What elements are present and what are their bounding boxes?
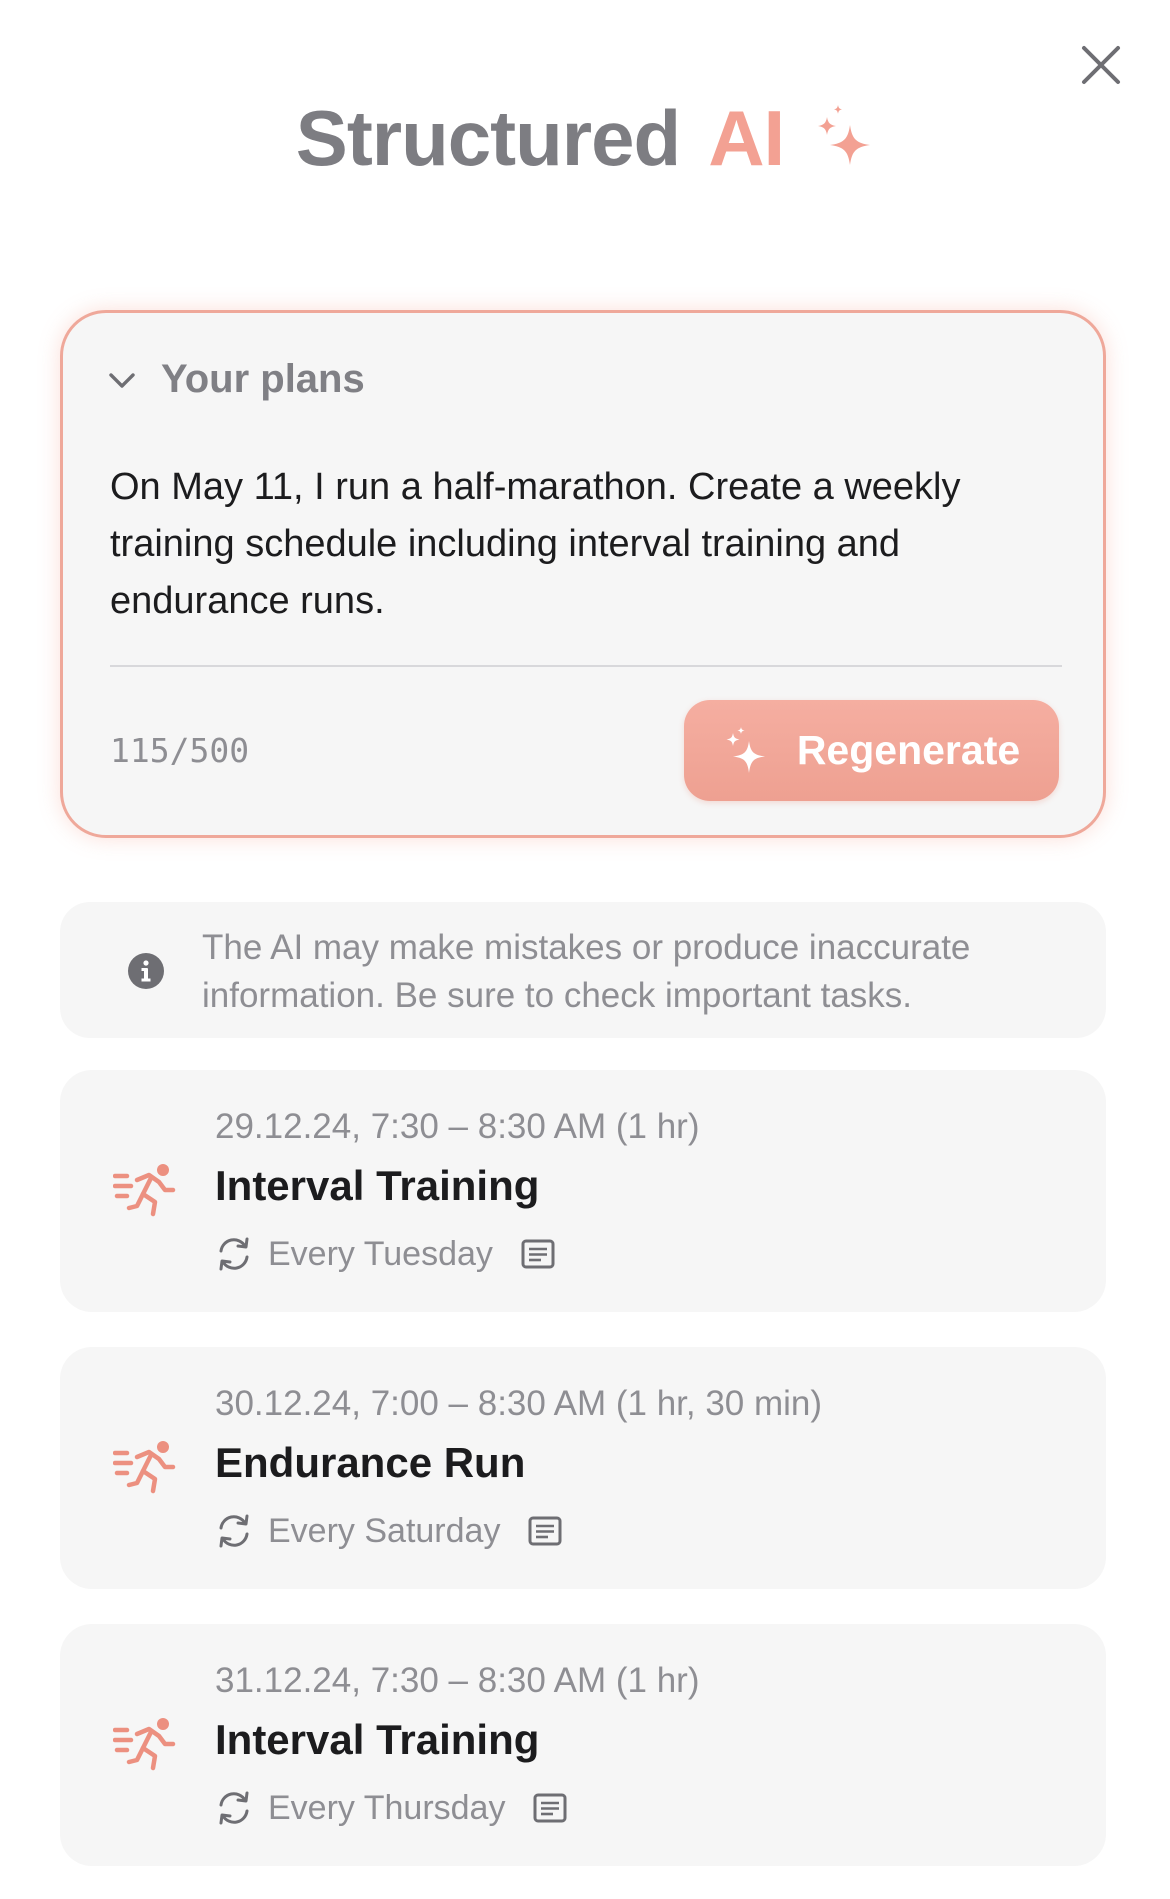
task-meta: Every Thursday: [214, 1786, 567, 1830]
plans-card: Your plans On May 11, I run a half-marat…: [60, 310, 1106, 838]
task-title: Endurance Run: [215, 1439, 526, 1486]
task-meta: Every Saturday: [214, 1509, 562, 1553]
close-button[interactable]: [1078, 42, 1124, 88]
divider: [110, 665, 1062, 667]
task-card[interactable]: 30.12.24, 7:00 – 8:30 AM (1 hr, 30 min) …: [60, 1347, 1106, 1589]
running-person-icon: [113, 1164, 176, 1217]
plans-collapse-toggle[interactable]: Your plans: [105, 357, 365, 402]
task-time: 31.12.24, 7:30 – 8:30 AM (1 hr): [215, 1661, 700, 1700]
task-time: 29.12.24, 7:30 – 8:30 AM (1 hr): [215, 1107, 700, 1146]
note-icon: [528, 1516, 562, 1546]
sparkles-icon: [726, 726, 765, 773]
task-card[interactable]: 31.12.24, 7:30 – 8:30 AM (1 hr) Interval…: [60, 1624, 1106, 1866]
disclaimer-text: The AI may make mistakes or produce inac…: [202, 928, 971, 1015]
app-header: Structured AI: [0, 88, 1170, 188]
running-person-icon: [113, 1718, 176, 1771]
task-title: Interval Training: [215, 1716, 540, 1763]
running-person-icon: [113, 1441, 176, 1494]
sparkles-icon: [818, 105, 871, 165]
info-icon: [128, 953, 164, 989]
plans-text-input[interactable]: On May 11, I run a half-marathon. Create…: [110, 459, 1030, 639]
task-meta: Every Tuesday: [214, 1232, 555, 1276]
task-repeat-label: Every Thursday: [268, 1788, 506, 1827]
note-icon: [521, 1239, 555, 1269]
task-card[interactable]: 29.12.24, 7:30 – 8:30 AM (1 hr) Interval…: [60, 1070, 1106, 1312]
repeat-icon: [219, 1514, 249, 1548]
regenerate-button[interactable]: Regenerate: [684, 700, 1059, 801]
repeat-icon: [219, 1791, 249, 1825]
note-icon: [533, 1793, 567, 1823]
task-repeat-label: Every Saturday: [268, 1511, 501, 1550]
app-title: Structured: [295, 93, 681, 182]
regenerate-button-label: Regenerate: [796, 727, 1021, 773]
app-title-accent: AI: [708, 93, 785, 182]
character-counter: 115/500: [110, 731, 250, 770]
close-icon: [1082, 46, 1120, 84]
task-time: 30.12.24, 7:00 – 8:30 AM (1 hr, 30 min): [215, 1384, 823, 1423]
ai-disclaimer: The AI may make mistakes or produce inac…: [60, 902, 1106, 1038]
task-title: Interval Training: [215, 1162, 540, 1209]
chevron-down-icon: [109, 372, 135, 388]
task-repeat-label: Every Tuesday: [268, 1234, 493, 1273]
plans-title: Your plans: [161, 357, 365, 401]
repeat-icon: [219, 1237, 249, 1271]
